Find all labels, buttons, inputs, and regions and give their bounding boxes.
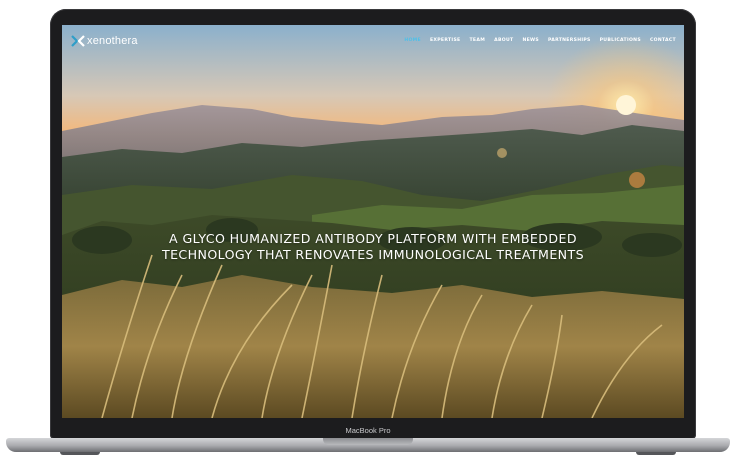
website-screen: xenothera HOME EXPERTISE TEAM ABOUT NEWS… [62,25,684,418]
nav-about[interactable]: ABOUT [494,38,513,43]
laptop-foot-left [60,452,100,455]
nav-contact[interactable]: CONTACT [650,38,676,43]
site-logo[interactable]: xenothera [71,34,138,48]
hero-line-2: TECHNOLOGY THAT RENOVATES IMMUNOLOGICAL … [161,247,584,262]
nav-home[interactable]: HOME [404,38,421,43]
hero-headline: A GLYCO HUMANIZED ANTIBODY PLATFORM WITH… [62,231,684,263]
xenothera-logo-icon [71,35,85,47]
site-header: xenothera HOME EXPERTISE TEAM ABOUT NEWS… [62,25,684,57]
nav-publications[interactable]: PUBLICATIONS [600,38,641,43]
laptop-notch [323,438,413,445]
nav-team[interactable]: TEAM [470,38,486,43]
hero-background-image [62,95,684,418]
nav-expertise[interactable]: EXPERTISE [430,38,461,43]
main-menu: HOME EXPERTISE TEAM ABOUT NEWS PARTNERSH… [395,38,676,43]
laptop-foot-right [636,452,676,455]
nav-partnerships[interactable]: PARTNERSHIPS [548,38,591,43]
hero-line-1: A GLYCO HUMANIZED ANTIBODY PLATFORM WITH… [169,231,577,246]
nav-news[interactable]: NEWS [522,38,539,43]
logo-text: xenothera [87,35,138,47]
device-label: MacBook Pro [345,426,391,435]
